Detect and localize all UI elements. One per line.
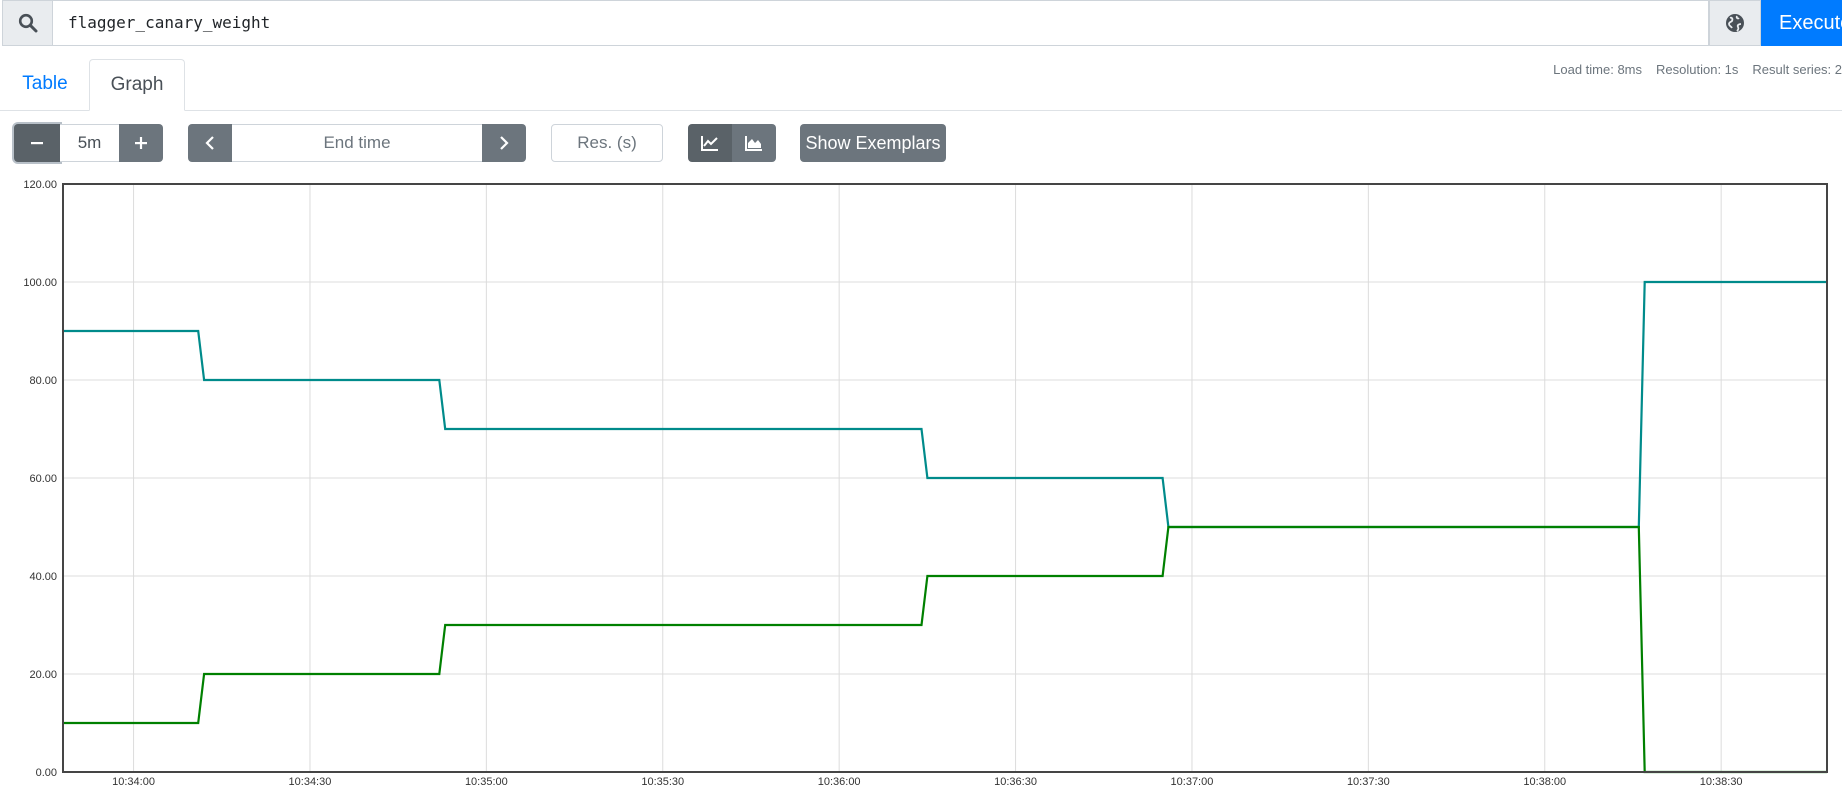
stacked-area-button[interactable] — [732, 124, 776, 162]
minus-icon — [31, 142, 43, 145]
y-tick-label: 40.00 — [29, 571, 57, 583]
area-chart-icon — [745, 136, 762, 151]
resolution-stat: Resolution: 1s — [1656, 62, 1739, 77]
chevron-left-icon — [205, 136, 214, 150]
x-tick-label: 10:38:00 — [1523, 776, 1566, 788]
line-chart-icon — [701, 136, 718, 151]
y-tick-label: 20.00 — [29, 669, 57, 681]
x-tick-label: 10:36:00 — [818, 776, 861, 788]
x-tick-label: 10:35:00 — [465, 776, 508, 788]
series-lines — [63, 280, 1827, 774]
x-tick-label: 10:36:30 — [994, 776, 1037, 788]
unstacked-lines-button[interactable] — [688, 124, 732, 162]
tab-graph[interactable]: Graph — [89, 59, 185, 111]
tab-divider — [0, 110, 1842, 111]
x-tick-label: 10:34:00 — [112, 776, 155, 788]
show-exemplars-button[interactable]: Show Exemplars — [800, 124, 946, 162]
decrease-range-button[interactable] — [14, 124, 60, 162]
y-tick-label: 0.00 — [36, 767, 57, 779]
increase-range-button[interactable] — [119, 124, 163, 162]
x-tick-label: 10:34:30 — [289, 776, 332, 788]
search-icon — [18, 13, 37, 33]
tab-table[interactable]: Table — [8, 59, 82, 111]
graph-controls: 5m End time Res. (s) Show Exemplars — [0, 122, 1842, 164]
query-bar: flagger_canary_weight Execute — [0, 0, 1842, 47]
x-tick-label: 10:38:30 — [1700, 776, 1743, 788]
execute-button[interactable]: Execute — [1761, 0, 1842, 46]
query-input[interactable]: flagger_canary_weight — [53, 0, 1709, 46]
y-tick-label: 120.00 — [23, 179, 57, 191]
plus-icon — [135, 137, 147, 149]
previous-time-button[interactable] — [188, 124, 232, 162]
y-tick-label: 60.00 — [29, 473, 57, 485]
end-time-input[interactable]: End time — [232, 124, 482, 162]
globe-icon — [1726, 14, 1744, 32]
x-tick-label: 10:37:30 — [1347, 776, 1390, 788]
load-time-stat: Load time: 8ms — [1553, 62, 1643, 77]
query-stats: Load time: 8ms Resolution: 1s Result serie… — [1539, 62, 1842, 77]
series-line-2[interactable] — [63, 525, 1827, 774]
axes: 0.00 20.00 40.00 60.00 80.00 100.00 120.00 10:3… — [23, 179, 1828, 788]
time-series-graph[interactable]: 0.00 20.00 40.00 60.00 80.00 100.00 120.00 10:3… — [0, 170, 1842, 789]
chevron-right-icon — [500, 136, 509, 150]
next-time-button[interactable] — [482, 124, 526, 162]
x-tick-label: 10:37:00 — [1171, 776, 1214, 788]
x-tick-label: 10:35:30 — [641, 776, 684, 788]
y-tick-label: 100.00 — [23, 277, 57, 289]
metrics-explorer-button[interactable] — [1709, 0, 1761, 46]
result-series-stat: Result series: 2 — [1752, 62, 1842, 77]
series-line-1[interactable] — [63, 280, 1827, 529]
range-input[interactable]: 5m — [60, 124, 119, 162]
search-button[interactable] — [2, 0, 53, 46]
y-tick-label: 80.00 — [29, 375, 57, 387]
resolution-input[interactable]: Res. (s) — [551, 124, 663, 162]
